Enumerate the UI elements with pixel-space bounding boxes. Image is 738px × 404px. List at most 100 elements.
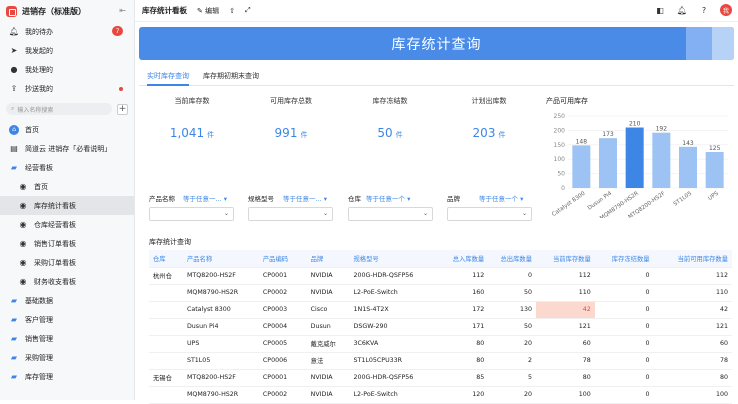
sidebar-folder-purchase[interactable]: ▰ 采购管理 — [0, 348, 134, 367]
kpi-number: 50 — [377, 126, 393, 140]
filter-op-brand[interactable]: 等于任意一个 ▾ — [479, 193, 523, 203]
tab-realtime-inventory[interactable]: 实时库存查询 — [147, 66, 189, 86]
sidebar-folder-sales[interactable]: ▰ 销售管理 — [0, 329, 134, 348]
fullscreen-icon[interactable]: ⤢ — [245, 6, 251, 15]
column-header[interactable]: 产品编码 — [262, 250, 311, 267]
avatar[interactable]: 我 — [720, 4, 732, 16]
table-row[interactable]: MQM8790-HS2R CP0002 NVIDIA L2-PoE-Switch 120… — [149, 386, 732, 403]
table-cell: 20 — [523, 340, 532, 347]
layout-icon[interactable]: ◧ — [654, 4, 666, 16]
table-cell: 112 — [578, 272, 591, 279]
filter-op-warehouse[interactable]: 等于任意一个 ▾ — [366, 193, 410, 203]
folder-icon: ▰ — [10, 353, 18, 362]
tab-period-inventory[interactable]: 库存期初期末查询 — [203, 66, 259, 86]
column-header[interactable]: 当前可用库存数量 — [653, 250, 732, 267]
table-cell: MQM8790-HS2R — [186, 391, 239, 398]
table-cell: CP0002 — [262, 289, 288, 296]
table-cell: NVIDIA — [310, 272, 333, 279]
sidebar-search-input[interactable]: ⌕ 输入名称搜索 — [6, 103, 112, 115]
table-row[interactable]: Catalyst 8300 CP0003 Cisco 1N1S-4T2X 172 130 4… — [149, 301, 732, 318]
filter-select-product[interactable]: ⌄ — [149, 207, 234, 221]
table-cell: 171 — [472, 323, 485, 330]
column-header[interactable]: 总入库数量 — [436, 250, 489, 267]
column-header[interactable]: 仓库 — [149, 250, 187, 267]
sidebar-item-todo[interactable]: 🔔︎ 我的待办 7 — [0, 22, 134, 41]
sidebar-folder-basic[interactable]: ▰ 基础数据 — [0, 291, 134, 310]
filter-select-warehouse[interactable]: ⌄ — [348, 207, 433, 221]
table-cell — [149, 352, 187, 369]
filter-select-brand[interactable]: ⌄ — [447, 207, 532, 221]
sidebar-item-guide[interactable]: ▤ 简道云 进销存「必看说明」 — [0, 139, 134, 158]
kpi-label: 当前库存数 — [174, 97, 210, 105]
table-cell: MTQ8200-HS2F — [186, 374, 236, 381]
bar[interactable] — [599, 138, 617, 188]
collapse-sidebar-icon[interactable]: ⇤ — [119, 6, 126, 15]
bar[interactable] — [679, 146, 697, 188]
dashboard-icon: ◉ — [19, 201, 27, 210]
y-tick-label: 200 — [554, 127, 566, 134]
column-header[interactable]: 品牌 — [310, 250, 354, 267]
sidebar-item-board[interactable]: ▰ 经营看板 — [0, 158, 134, 177]
sidebar-item-finance-board[interactable]: ◉ 财务收支看板 — [0, 272, 134, 291]
table-cell: 意法 — [310, 358, 324, 365]
column-header[interactable]: 产品名称 — [186, 250, 263, 267]
table-cell: 78 — [719, 357, 728, 364]
bar[interactable] — [625, 127, 644, 188]
table-cell: 120 — [472, 391, 485, 398]
notification-icon[interactable]: 🔔︎ — [676, 4, 688, 16]
banner-decoration — [712, 27, 734, 60]
filter-select-spec[interactable]: ⌄ — [248, 207, 333, 221]
sidebar-item-board-home[interactable]: ◉ 首页 — [0, 177, 134, 196]
table-cell: 0 — [527, 272, 532, 279]
table-row[interactable]: UPS CP0005 戴克威尔 3C6KVA 80 20 60 0 60 — [149, 335, 732, 352]
bar[interactable] — [705, 152, 724, 188]
table-cell: 0 — [645, 391, 650, 398]
table-row[interactable]: 无锡仓 MTQ8200-HS2F CP0001 NVIDIA 200G-HDR-QSFP… — [149, 369, 732, 386]
table-cell — [149, 284, 187, 301]
unread-dot — [119, 87, 123, 91]
bar[interactable] — [652, 132, 671, 188]
sidebar-item-initiated[interactable]: ➤ 我发起的 — [0, 41, 134, 60]
banner: 库存统计查询 — [139, 27, 734, 60]
column-header[interactable]: 总出库数量 — [488, 250, 536, 267]
sidebar-item-purchase-board[interactable]: ◉ 采购订单看板 — [0, 253, 134, 272]
table-cell: 戴克威尔 — [310, 341, 336, 348]
kpi-number: 1,041 — [169, 126, 205, 140]
x-tick-label: ST1L05 — [673, 190, 694, 207]
help-icon[interactable]: ? — [698, 4, 710, 16]
sidebar-item-warehouse-board[interactable]: ◉ 仓库经营看板 — [0, 215, 134, 234]
add-button[interactable]: + — [117, 103, 128, 115]
sidebar-item-cc[interactable]: ⇪ 抄送我的 — [0, 79, 134, 98]
table-cell: 20 — [523, 391, 532, 398]
table-row[interactable]: 杭州仓 MTQ8200-HS2F CP0001 NVIDIA 200G-HDR-QSFP… — [149, 267, 732, 284]
column-header[interactable]: 库存冻结数量 — [594, 250, 654, 267]
sidebar-item-processed[interactable]: ● 我处理的 — [0, 60, 134, 79]
column-header[interactable]: 规格型号 — [353, 250, 437, 267]
sidebar-item-home[interactable]: ⌂ 首页 — [0, 120, 134, 139]
table-cell — [149, 386, 187, 403]
sidebar-item-sales-board[interactable]: ◉ 销售订单看板 — [0, 234, 134, 253]
share-icon[interactable]: ⇧ — [229, 7, 235, 15]
sidebar-folder-inventory[interactable]: ▰ 库存管理 — [0, 367, 134, 386]
search-placeholder: 输入名称搜索 — [17, 106, 54, 114]
table-row[interactable]: Dusun Pi4 CP0004 Dusun DSGW-290 171 50 121 0 121 — [149, 318, 732, 335]
table-row[interactable]: MQM8790-HS2R CP0002 NVIDIA L2-PoE-Switch 160… — [149, 284, 732, 301]
bar[interactable] — [572, 145, 591, 188]
sidebar-item-inventory-board[interactable]: ◉ 库存统计看板 — [0, 196, 134, 215]
table-cell: 0 — [645, 306, 650, 313]
table-cell: 160 — [472, 289, 485, 296]
table-row[interactable]: ST1L05 CP0006 意法 ST1L05CPU33R 80 2 78 0 78 — [149, 352, 732, 369]
user-check-icon: ● — [10, 65, 18, 74]
sidebar-item-label: 经营看板 — [25, 163, 53, 172]
filter-op-spec[interactable]: 等于任意一... ▾ — [283, 193, 327, 203]
filter-op-product[interactable]: 等于任意一... ▾ — [183, 193, 227, 203]
caret-down-icon: ▾ — [323, 195, 328, 203]
edit-button[interactable]: ✎ 编辑 — [197, 6, 219, 16]
column-header[interactable]: 当前库存数量 — [535, 250, 595, 267]
sidebar-folder-customer[interactable]: ▰ 客户管理 — [0, 310, 134, 329]
table-cell: 0 — [645, 289, 650, 296]
available-stock-chart: 050100150200250148Catalyst 8300173Dusun … — [551, 113, 728, 218]
table-cell: CP0001 — [262, 272, 288, 279]
table-cell: MQM8790-HS2R — [186, 289, 239, 296]
table-cell: 无锡仓 — [153, 375, 172, 382]
